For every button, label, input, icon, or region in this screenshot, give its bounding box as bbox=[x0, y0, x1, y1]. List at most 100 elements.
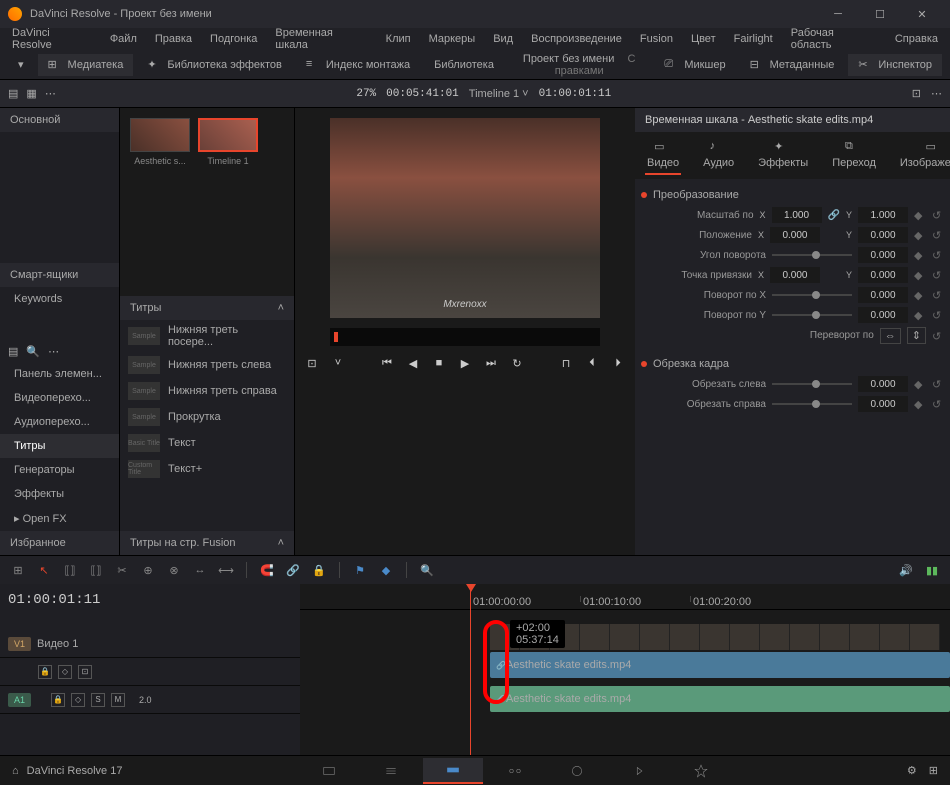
reset-icon[interactable]: ↺ bbox=[932, 249, 944, 261]
keyframe-icon[interactable]: ◆ bbox=[914, 209, 926, 221]
viewer-scrubber[interactable] bbox=[330, 328, 600, 346]
lock-button[interactable]: 🔒 bbox=[51, 693, 65, 707]
title-text[interactable]: Basic TitleТекст bbox=[120, 430, 294, 456]
yaw-input[interactable] bbox=[858, 307, 908, 323]
keyframe-icon[interactable]: ◆ bbox=[914, 269, 926, 281]
menu-fusion[interactable]: Fusion bbox=[632, 31, 681, 47]
media-search[interactable]: ⋯ bbox=[45, 87, 56, 100]
dynamic-trim-tool[interactable]: ⟦⟧ bbox=[86, 560, 106, 580]
menu-color[interactable]: Цвет bbox=[683, 31, 724, 47]
keyframe-icon[interactable]: ◆ bbox=[914, 398, 926, 410]
reset-icon[interactable]: ↺ bbox=[932, 378, 944, 390]
pos-y-input[interactable] bbox=[858, 227, 908, 243]
metadata-toggle[interactable]: ⊟Метаданные bbox=[740, 54, 845, 76]
timeline-selector[interactable]: Timeline 1 ˅ bbox=[469, 88, 529, 100]
search-icon[interactable]: 🔍 bbox=[26, 345, 40, 358]
pitch-input[interactable] bbox=[858, 287, 908, 303]
title-lower-third-left[interactable]: SampleНижняя треть слева bbox=[120, 352, 294, 378]
maximize-button[interactable]: ☐ bbox=[860, 2, 900, 26]
auto-select-button[interactable]: ◇ bbox=[58, 665, 72, 679]
media-view-thumb[interactable]: ▦ bbox=[26, 87, 36, 100]
menu-clip[interactable]: Клип bbox=[378, 31, 419, 47]
blade-tool[interactable]: ✂ bbox=[112, 560, 132, 580]
disable-button[interactable]: ⊡ bbox=[78, 665, 92, 679]
next-edit-button[interactable]: ⏵ bbox=[609, 354, 627, 372]
inspector-tab-video[interactable]: ▭Видео bbox=[645, 136, 681, 175]
trim-tool[interactable]: ⟦⟧ bbox=[60, 560, 80, 580]
keyframe-icon[interactable]: ◆ bbox=[914, 309, 926, 321]
link-tool[interactable]: 🔗 bbox=[283, 560, 303, 580]
media-pool-toggle[interactable]: ⊞Медиатека bbox=[38, 54, 134, 76]
lock-button[interactable]: 🔒 bbox=[38, 665, 52, 679]
title-scroll[interactable]: SampleПрокрутка bbox=[120, 404, 294, 430]
category-video-transitions[interactable]: Видеоперехо... bbox=[0, 386, 119, 410]
zoom-level[interactable]: 27% bbox=[356, 88, 376, 100]
title-lower-third-right[interactable]: SampleНижняя треть справа bbox=[120, 378, 294, 404]
mute-button[interactable]: M bbox=[111, 693, 125, 707]
reset-icon[interactable]: ↺ bbox=[932, 209, 944, 221]
crop-left-input[interactable] bbox=[858, 376, 908, 392]
dropdown-icon[interactable]: ˅ bbox=[329, 354, 347, 372]
yaw-slider[interactable] bbox=[772, 314, 852, 316]
overwrite-tool[interactable]: ⊗ bbox=[164, 560, 184, 580]
keyframe-icon[interactable]: ◆ bbox=[914, 289, 926, 301]
fit-tool[interactable]: ⟷ bbox=[216, 560, 236, 580]
play-button[interactable]: ▶ bbox=[456, 354, 474, 372]
audio-meter-icon[interactable]: 🔊 bbox=[896, 560, 916, 580]
pitch-slider[interactable] bbox=[772, 294, 852, 296]
minimize-button[interactable]: ─ bbox=[818, 2, 858, 26]
crop-right-slider[interactable] bbox=[772, 403, 852, 405]
category-openfx[interactable]: ▸ Open FX bbox=[0, 506, 119, 531]
media-page-tab[interactable] bbox=[299, 758, 359, 784]
rotation-slider[interactable] bbox=[772, 254, 852, 256]
prev-edit-button[interactable]: ⏴ bbox=[583, 354, 601, 372]
more-icon[interactable]: ⋯ bbox=[48, 345, 59, 358]
effects-library-toggle[interactable]: ✦Библиотека эффектов bbox=[137, 54, 292, 76]
zoom-slider[interactable]: 🔍 bbox=[417, 560, 437, 580]
edit-index-toggle[interactable]: ≡Индекс монтажа bbox=[296, 54, 420, 76]
link-icon[interactable]: 🔗 bbox=[828, 210, 840, 221]
flip-h-button[interactable]: ⇔ bbox=[880, 328, 901, 344]
fairlight-page-tab[interactable] bbox=[609, 758, 669, 784]
audio-clip[interactable]: 🔗 Aesthetic skate edits.mp4 bbox=[490, 686, 950, 712]
edit-page-tab[interactable] bbox=[423, 758, 483, 784]
menu-file[interactable]: Файл bbox=[102, 31, 145, 47]
menu-help[interactable]: Справка bbox=[887, 31, 946, 47]
category-titles[interactable]: Титры bbox=[0, 434, 119, 458]
a1-badge[interactable]: A1 bbox=[8, 693, 31, 707]
menu-davinci[interactable]: DaVinci Resolve bbox=[4, 25, 100, 53]
reset-icon[interactable]: ↺ bbox=[932, 289, 944, 301]
inspector-toggle[interactable]: ✂Инспектор bbox=[848, 54, 942, 76]
title-text-plus[interactable]: Custom TitleТекст+ bbox=[120, 456, 294, 482]
dropdown-toggle[interactable]: ▾ bbox=[8, 54, 34, 75]
home-icon[interactable]: ⌂ bbox=[12, 765, 19, 777]
snap-tool[interactable]: 🧲 bbox=[257, 560, 277, 580]
insert-tool[interactable]: ⊕ bbox=[138, 560, 158, 580]
sound-library-toggle[interactable]: Библиотека bbox=[424, 55, 504, 75]
anchor-y-input[interactable] bbox=[858, 267, 908, 283]
v1-badge[interactable]: V1 bbox=[8, 637, 31, 651]
auto-select-button[interactable]: ◇ bbox=[71, 693, 85, 707]
titles-header[interactable]: Титры˄ bbox=[120, 296, 294, 320]
menu-fairlight[interactable]: Fairlight bbox=[726, 31, 781, 47]
transform-section[interactable]: Преобразование bbox=[641, 185, 944, 205]
reset-icon[interactable]: ↺ bbox=[932, 309, 944, 321]
inspector-tab-audio[interactable]: ♪Аудио bbox=[701, 136, 736, 175]
mixer-toggle[interactable]: ⎚Микшер bbox=[654, 54, 735, 76]
media-thumb-1[interactable]: Aesthetic s... bbox=[130, 118, 190, 166]
keyframe-icon[interactable]: ◆ bbox=[914, 249, 926, 261]
audio-track-header[interactable]: A1 🔒 ◇ S M 2.0 bbox=[0, 686, 300, 714]
video-track-header[interactable]: V1 Видео 1 bbox=[0, 630, 300, 658]
menu-view[interactable]: Вид bbox=[485, 31, 521, 47]
solo-button[interactable]: S bbox=[91, 693, 105, 707]
flag-tool[interactable]: ⚑ bbox=[350, 560, 370, 580]
color-page-tab[interactable] bbox=[547, 758, 607, 784]
audio-level-icon[interactable]: ▮▮ bbox=[922, 560, 942, 580]
keyframe-icon[interactable]: ◆ bbox=[914, 229, 926, 241]
pos-x-input[interactable] bbox=[770, 227, 820, 243]
menu-playback[interactable]: Воспроизведение bbox=[523, 31, 630, 47]
safe-area-icon[interactable]: ⊡ bbox=[303, 354, 321, 372]
project-settings-icon[interactable]: ⚙ bbox=[907, 764, 917, 777]
viewer-more[interactable]: ⋯ bbox=[931, 87, 942, 100]
anchor-x-input[interactable] bbox=[770, 267, 820, 283]
